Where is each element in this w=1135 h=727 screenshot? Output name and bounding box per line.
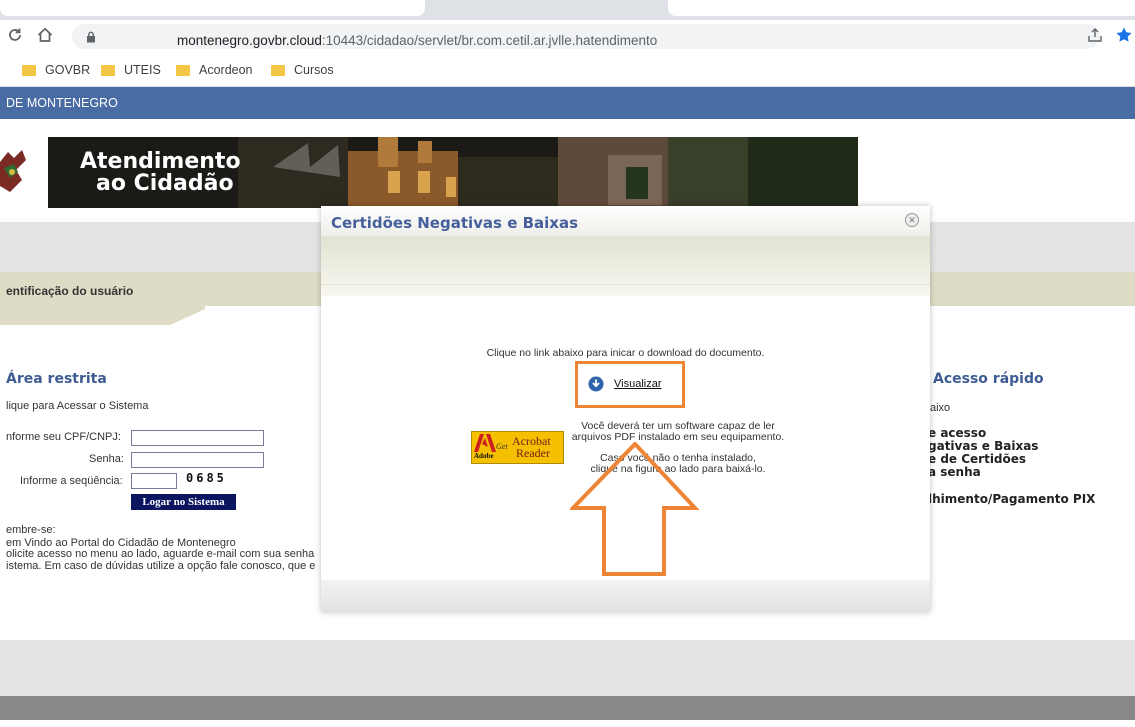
modal-toolbar <box>321 236 930 296</box>
url-path: :10443/cidadao/servlet/br.com.cetil.ar.j… <box>321 33 658 48</box>
sequence-input[interactable] <box>131 473 177 489</box>
cpf-label: nforme seu CPF/CNPJ: <box>6 431 121 443</box>
senha-label: Senha: <box>89 453 124 465</box>
browser-tab-strip <box>0 0 1135 20</box>
acrobat-reader-badge[interactable]: Adobe Get Acrobat Reader <box>471 431 564 464</box>
site-header-title: DE MONTENEGRO <box>6 96 118 110</box>
home-icon[interactable] <box>36 26 54 44</box>
area-restrita-title: Área restrita <box>6 371 107 387</box>
identification-tab: entificação do usuário <box>0 272 205 325</box>
visualizar-link[interactable]: Visualizar <box>614 378 662 390</box>
close-icon[interactable]: ✕ <box>905 213 919 227</box>
footer-gray-band <box>0 640 1135 696</box>
quick-link-negativas[interactable]: gativas e Baixas <box>928 439 1038 453</box>
site-header-bar: DE MONTENEGRO <box>0 87 1135 119</box>
bookmark-label: Cursos <box>294 63 334 77</box>
city-crest-icon <box>0 150 26 192</box>
login-button[interactable]: Logar no Sistema <box>131 494 236 510</box>
lembre-line: istema. Em caso de dúvidas utilize a opç… <box>6 560 316 572</box>
lock-icon[interactable] <box>86 31 96 43</box>
adobe-logo-icon <box>474 434 496 452</box>
quick-link-senha[interactable]: a senha <box>928 465 981 479</box>
area-restrita-subtitle: lique para Acessar o Sistema <box>6 400 149 412</box>
identification-title: entificação do usuário <box>6 284 134 298</box>
banner-title-line2: ao Cidadão <box>96 171 234 196</box>
share-icon[interactable] <box>1087 27 1103 43</box>
divider <box>321 264 930 265</box>
browser-tab-inactive[interactable] <box>668 0 1135 16</box>
browser-tab[interactable] <box>0 0 425 16</box>
bookmark-star-icon[interactable] <box>1115 26 1133 44</box>
bookmark-label: GOVBR <box>45 63 91 77</box>
senha-input[interactable] <box>131 452 264 468</box>
cpf-input[interactable] <box>131 430 264 446</box>
divider <box>321 284 930 285</box>
quick-access-subtitle: aixo <box>930 402 951 414</box>
bookmark-label: Acordeon <box>199 63 253 77</box>
lembre-title: embre-se: <box>6 524 56 536</box>
folder-icon <box>176 64 190 76</box>
url-host: montenegro.govbr.cloud <box>177 33 322 48</box>
modal-footer <box>321 580 930 612</box>
folder-icon <box>101 64 115 76</box>
bookmark-govbr[interactable]: GOVBR <box>22 61 90 79</box>
bookmark-label: UTEIS <box>124 63 161 77</box>
download-instruction: Clique no link abaixo para inicar o down… <box>486 347 765 359</box>
quick-link-acesso[interactable]: e acesso <box>928 426 986 440</box>
quick-access-title: Acesso rápido <box>933 371 1044 387</box>
lembre-line: olicite acesso no menu ao lado, aguarde … <box>6 548 315 560</box>
download-icon[interactable] <box>588 376 604 392</box>
modal-title: Certidões Negativas e Baixas <box>331 214 579 232</box>
quick-link-certidoes[interactable]: e de Certidões <box>928 452 1026 466</box>
acrobat-adobe: Adobe <box>474 452 494 460</box>
banner-title-line1: Atendimento <box>80 149 241 174</box>
url-text: montenegro.govbr.cloud:10443/cidadao/ser… <box>177 33 657 48</box>
address-bar[interactable]: montenegro.govbr.cloud:10443/cidadao/ser… <box>72 24 1100 49</box>
acrobat-get: Get <box>496 442 508 451</box>
bookmark-cursos[interactable]: Cursos <box>271 61 334 79</box>
arrow-up-annotation <box>570 442 700 576</box>
bookmark-acordeon[interactable]: Acordeon <box>176 61 253 79</box>
browser-toolbar: montenegro.govbr.cloud:10443/cidadao/ser… <box>0 20 1135 52</box>
reload-icon[interactable] <box>7 27 23 43</box>
certidoes-modal: Certidões Negativas e Baixas ✕ Clique no… <box>321 206 930 612</box>
banner: Atendimento ao Cidadão <box>48 137 858 208</box>
folder-icon <box>271 64 285 76</box>
captcha-code: 0685 <box>186 471 227 485</box>
bookmarks-bar: GOVBR UTEIS Acordeon Cursos <box>0 52 1135 87</box>
acrobat-line2: Reader <box>516 446 550 460</box>
quick-link-pix[interactable]: lhimento/Pagamento PIX <box>928 492 1095 506</box>
bookmark-uteis[interactable]: UTEIS <box>101 61 161 79</box>
footer-dark-band <box>0 696 1135 720</box>
folder-icon <box>22 64 36 76</box>
sequence-label: Informe a seqüência: <box>20 475 123 487</box>
